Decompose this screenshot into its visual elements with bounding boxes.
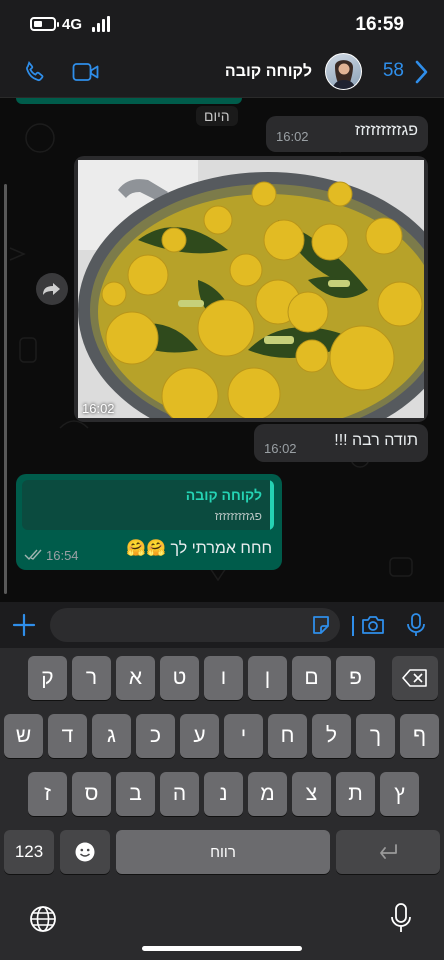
- outgoing-message[interactable]: לקוחה קובה פגזזזזזזזזז חחח אמרתי לך 🤗🤗 1…: [16, 474, 282, 570]
- backspace-key[interactable]: [392, 656, 438, 700]
- home-indicator[interactable]: [142, 946, 302, 951]
- dictation-mic-icon[interactable]: [390, 902, 412, 939]
- photo-time: 16:02: [82, 401, 115, 416]
- key[interactable]: ע: [180, 714, 219, 758]
- video-call-icon[interactable]: [72, 61, 100, 88]
- message-time: 16:02: [264, 441, 297, 456]
- message-text: פגזזזזזזזזז: [354, 122, 418, 139]
- key[interactable]: ו: [204, 656, 243, 700]
- unread-count[interactable]: 58: [383, 60, 404, 82]
- camera-icon[interactable]: [360, 613, 386, 642]
- keyboard: פ ם ן ו ט א ר ק ף ך ל ח י ע כ ג ד ש ץ ת …: [0, 648, 444, 960]
- message-time: 16:54: [46, 548, 79, 563]
- key[interactable]: ף: [400, 714, 439, 758]
- quoted-text: פגזזזזזזזזז: [214, 509, 262, 523]
- key[interactable]: ה: [160, 772, 199, 816]
- key[interactable]: ת: [336, 772, 375, 816]
- forward-button[interactable]: [36, 273, 68, 305]
- space-key[interactable]: רווח: [116, 830, 330, 874]
- key[interactable]: ל: [312, 714, 351, 758]
- message-input[interactable]: [50, 608, 354, 642]
- key[interactable]: ב: [116, 772, 155, 816]
- key[interactable]: ד: [48, 714, 87, 758]
- key[interactable]: ס: [72, 772, 111, 816]
- photo-message[interactable]: 16:02: [74, 156, 428, 422]
- key[interactable]: כ: [136, 714, 175, 758]
- read-receipt-icon: [24, 548, 44, 566]
- key[interactable]: ם: [292, 656, 331, 700]
- key[interactable]: ז: [28, 772, 67, 816]
- key[interactable]: ג: [92, 714, 131, 758]
- quoted-sender: לקוחה קובה: [185, 487, 262, 503]
- key[interactable]: ץ: [380, 772, 419, 816]
- scrollbar[interactable]: [4, 184, 7, 594]
- key[interactable]: ק: [28, 656, 67, 700]
- status-bar: 4G 16:59: [0, 0, 444, 48]
- key[interactable]: א: [116, 656, 155, 700]
- message-text: תודה רבה !!!: [334, 432, 418, 449]
- day-separator: היום: [196, 106, 238, 126]
- key[interactable]: ר: [72, 656, 111, 700]
- network-label: 4G: [62, 16, 83, 33]
- avatar[interactable]: [325, 53, 362, 90]
- emoji-key[interactable]: [60, 830, 110, 874]
- globe-icon[interactable]: [28, 904, 58, 939]
- photo-image: [78, 160, 424, 418]
- key[interactable]: נ: [204, 772, 243, 816]
- contact-name[interactable]: לקוחה קובה: [225, 63, 312, 81]
- chat-header: לקוחה קובה 58: [0, 48, 444, 98]
- key[interactable]: י: [224, 714, 263, 758]
- phone-icon[interactable]: [22, 59, 48, 90]
- key[interactable]: פ: [336, 656, 375, 700]
- key[interactable]: צ: [292, 772, 331, 816]
- key[interactable]: מ: [248, 772, 287, 816]
- sticker-icon[interactable]: [310, 614, 332, 641]
- text-caret: [352, 616, 354, 636]
- incoming-message[interactable]: תודה רבה !!! 16:02: [254, 424, 428, 462]
- incoming-message[interactable]: פגזזזזזזזזז 16:02: [266, 116, 428, 152]
- return-key[interactable]: [336, 830, 440, 874]
- signal-icon: [92, 16, 112, 32]
- quoted-reply[interactable]: לקוחה קובה פגזזזזזזזזז: [22, 480, 274, 530]
- key[interactable]: ח: [268, 714, 307, 758]
- microphone-icon[interactable]: [406, 612, 426, 643]
- attach-plus-icon[interactable]: [12, 613, 36, 642]
- message-time: 16:02: [276, 129, 309, 144]
- chat-area[interactable]: היום פגזזזזזזזזז 16:02 16:02 תודה רבה !!…: [0, 98, 444, 602]
- status-time: 16:59: [355, 14, 404, 35]
- forward-icon: [43, 283, 60, 295]
- key[interactable]: ש: [4, 714, 43, 758]
- return-icon: [380, 844, 397, 859]
- key[interactable]: ן: [248, 656, 287, 700]
- back-chevron-icon[interactable]: [414, 60, 428, 89]
- composer-bar: [0, 602, 444, 648]
- numbers-key[interactable]: 123: [4, 830, 54, 874]
- emoji-icon: [75, 842, 95, 862]
- key[interactable]: ט: [160, 656, 199, 700]
- battery-icon: [30, 17, 59, 31]
- key[interactable]: ך: [356, 714, 395, 758]
- message-text: חחח אמרתי לך 🤗🤗: [126, 540, 272, 557]
- previous-message-tail: [16, 98, 242, 104]
